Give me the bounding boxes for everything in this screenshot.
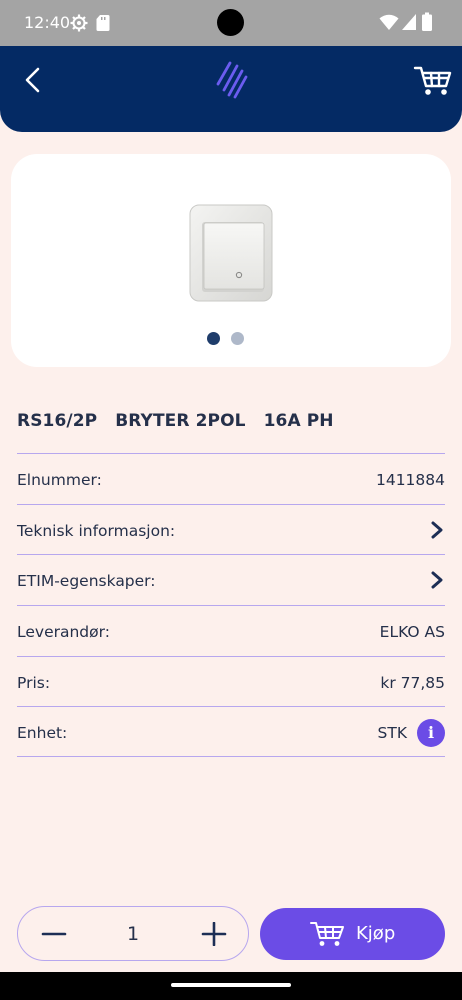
buy-button-label: Kjøp: [356, 923, 396, 944]
buy-button[interactable]: Kjøp: [260, 908, 445, 960]
front-camera: [217, 9, 244, 36]
battery-icon: [422, 12, 432, 31]
status-time: 12:40: [24, 13, 71, 32]
detail-value: ELKO AS: [379, 623, 445, 642]
detail-label: Enhet:: [17, 724, 68, 743]
chevron-right-icon[interactable]: [430, 520, 444, 540]
detail-value: STK: [377, 724, 407, 743]
product-image-carousel[interactable]: [11, 154, 451, 367]
detail-label: Leverandør:: [17, 623, 110, 642]
brand-logo-icon: [216, 61, 248, 99]
info-icon[interactable]: i: [417, 719, 445, 748]
detail-label: Teknisk informasjon:: [17, 521, 176, 540]
wifi-icon: [379, 14, 399, 30]
status-bar: 12:40: [0, 0, 462, 46]
product-title: RS16/2P BRYTER 2POL 16A PH: [17, 411, 334, 431]
detail-row-elnummer: Elnummer: 1411884: [17, 453, 445, 504]
sd-card-icon: [96, 15, 110, 31]
cart-icon[interactable]: [413, 64, 453, 98]
back-arrow-icon[interactable]: [18, 64, 48, 94]
system-nav-bar: [0, 972, 462, 1000]
detail-row-pris: Pris: kr 77,85: [17, 655, 445, 707]
detail-row-teknisk-informasjon[interactable]: Teknisk informasjon:: [17, 503, 445, 555]
app-header: [0, 46, 462, 132]
detail-value: 1411884: [375, 471, 445, 489]
signal-icon: [402, 14, 416, 30]
detail-label: Pris:: [17, 673, 51, 692]
cart-icon: [310, 922, 344, 946]
chevron-right-icon[interactable]: [430, 570, 444, 590]
detail-label: ETIM-egenskaper:: [17, 572, 156, 591]
home-handle[interactable]: [171, 983, 291, 987]
product-details-list: Elnummer: 1411884 Teknisk informasjon: E…: [17, 453, 445, 758]
light-switch-image: [189, 204, 273, 302]
detail-row-enhet: Enhet: STK i: [17, 706, 445, 758]
detail-label: Elnummer:: [17, 471, 102, 489]
plus-icon[interactable]: [200, 922, 228, 946]
detail-value: kr 77,85: [380, 673, 445, 692]
quantity-stepper: 1: [17, 906, 249, 961]
detail-row-etim-egenskaper[interactable]: ETIM-egenskaper:: [17, 554, 445, 605]
detail-row-leverandor: Leverandør: ELKO AS: [17, 605, 445, 656]
settings-icon: [70, 14, 88, 32]
carousel-dot-active[interactable]: [207, 332, 220, 345]
carousel-dot[interactable]: [231, 332, 244, 345]
